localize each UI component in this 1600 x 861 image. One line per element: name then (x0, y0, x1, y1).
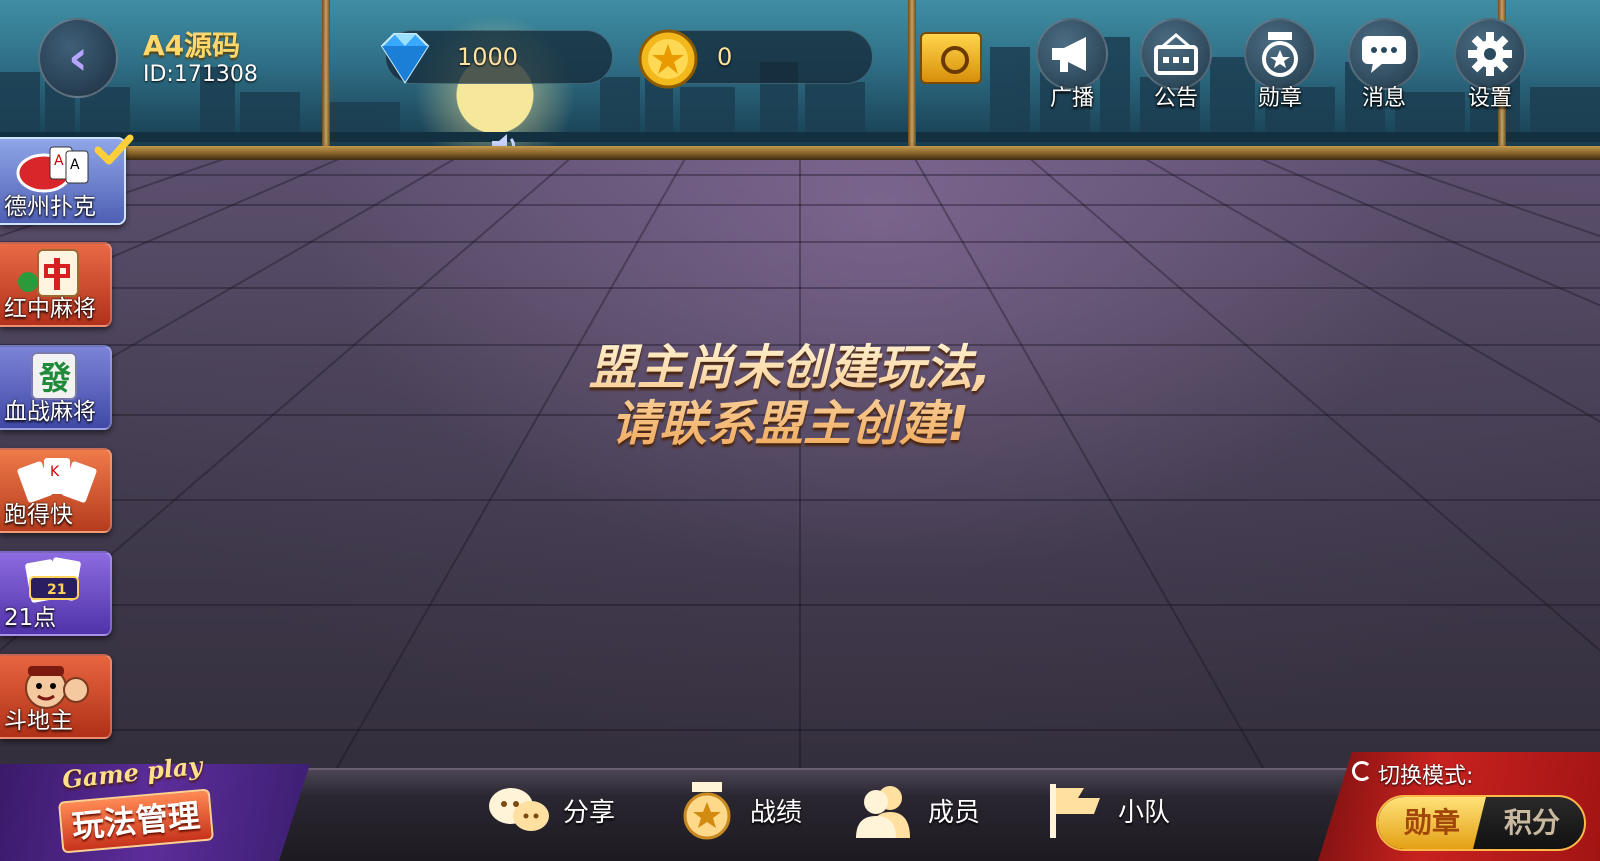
user-id: ID:171308 (143, 62, 258, 87)
game-tab-label: 斗地主 (4, 708, 73, 734)
medal-label: 勋章 (1257, 86, 1302, 111)
records-button[interactable]: 战绩 (672, 775, 802, 845)
members-button[interactable]: 成员 (850, 775, 980, 845)
back-button[interactable]: ‹ (38, 18, 118, 98)
records-label: 战绩 (750, 797, 803, 828)
game-tab-label: 红中麻将 (4, 296, 96, 322)
user-name: A4源码 (143, 29, 241, 62)
broadcast-label: 广播 (1049, 86, 1094, 111)
message-label: 消息 (1361, 86, 1406, 111)
safe-box-button[interactable] (920, 32, 982, 84)
mode-toggle[interactable]: 勋章 积分 (1376, 795, 1586, 851)
chevron-left-icon: ‹ (68, 30, 88, 86)
mode-option-points[interactable]: 积分 (1478, 797, 1584, 849)
top-bar: ‹ A4源码 ID:171308 1000 0 广播 公告 勋章 消息 设置 (0, 0, 1600, 160)
game-tab-label: 跑得快 (4, 502, 73, 528)
coin-count: 0 (717, 43, 733, 71)
broadcast-button[interactable]: 广播 (1032, 18, 1112, 118)
table-floor (0, 150, 1600, 780)
message-line-2: 请联系盟主创建! (611, 396, 969, 452)
notice-label: 公告 (1153, 86, 1198, 111)
gear-icon (1468, 32, 1512, 76)
refresh-icon (1352, 761, 1372, 781)
game-tab-paodekuai[interactable]: K 跑得快 (0, 448, 112, 533)
top-rail (0, 146, 1600, 160)
floor-tiles (0, 150, 1600, 780)
diamond-icon (380, 33, 430, 84)
message-line-1: 盟主尚未创建玩法, (588, 340, 992, 396)
message-button[interactable]: 消息 (1344, 18, 1424, 118)
window-frame (322, 0, 330, 150)
svg-text:A: A (70, 157, 80, 173)
chat-bubble-icon (1362, 36, 1406, 73)
mode-option-medal[interactable]: 勋章 (1378, 797, 1486, 849)
game-tab-xuezhan-mahjong[interactable]: 發 血战麻将 (0, 345, 112, 430)
mode-switch-title: 切换模式: (1378, 764, 1474, 789)
team-flag-icon (1050, 784, 1100, 838)
team-label: 小队 (1118, 797, 1171, 828)
game-tab-hongzhong-mahjong[interactable]: 红中麻将 (0, 242, 112, 327)
medal-button[interactable]: 勋章 (1240, 18, 1320, 118)
megaphone-icon (1052, 37, 1086, 72)
selected-check-icon (94, 134, 134, 165)
team-button[interactable]: 小队 (1040, 775, 1170, 845)
game-tab-blackjack[interactable]: 21 21点 (0, 551, 112, 636)
record-medal-icon (683, 782, 731, 840)
notice-button[interactable]: 公告 (1136, 18, 1216, 118)
settings-label: 设置 (1467, 86, 1512, 111)
medal-icon (1262, 32, 1298, 77)
svg-text:21: 21 (47, 582, 66, 598)
poker-chips-icon: A A (16, 146, 89, 193)
game-tab-label: 德州扑克 (4, 194, 96, 220)
svg-text:A: A (54, 153, 64, 169)
settings-button[interactable]: 设置 (1450, 18, 1530, 118)
game-tab-doudizhu[interactable]: 斗地主 (0, 654, 112, 739)
gold-coin-icon (638, 29, 698, 89)
share-label: 分享 (563, 797, 616, 828)
svg-text:K: K (50, 464, 60, 480)
noticeboard-icon (1154, 33, 1198, 75)
empty-state-message: 盟主尚未创建玩法, 请联系盟主创建! (500, 340, 1080, 452)
members-icon (856, 786, 910, 838)
game-tab-label: 血战麻将 (4, 399, 96, 425)
share-button[interactable]: 分享 (485, 775, 615, 845)
game-sidebar: A A 德州扑克 红中麻将 發 血战麻将 K 跑得快 21 21点 斗地主 (0, 135, 135, 740)
members-label: 成员 (928, 797, 981, 828)
diamond-count: 1000 (457, 43, 519, 71)
game-tab-label: 21点 (4, 605, 57, 631)
window-frame (908, 0, 916, 150)
wechat-share-icon (489, 788, 549, 831)
